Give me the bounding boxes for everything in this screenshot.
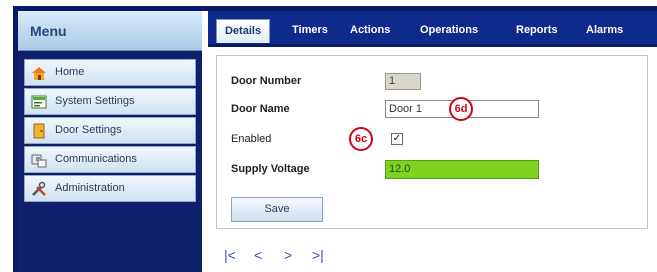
door-icon	[31, 123, 47, 139]
sidebar-item-system-settings[interactable]: System Settings	[24, 88, 196, 115]
tab-actions[interactable]: Actions	[350, 19, 390, 43]
tab-bar: Details Timers Actions Operations Report…	[208, 11, 657, 47]
menu-list: Home System Settings Door Settings Commu…	[24, 59, 196, 204]
sidebar-item-label: Home	[55, 66, 85, 78]
tab-details[interactable]: Details	[216, 19, 271, 43]
door-number-label: Door Number	[231, 75, 302, 87]
tab-timers[interactable]: Timers	[292, 19, 328, 43]
tab-reports[interactable]: Reports	[516, 19, 558, 43]
administration-icon	[31, 181, 47, 197]
home-icon	[31, 65, 47, 81]
previous-page-button[interactable]: <	[254, 247, 262, 265]
callout-6c: 6c	[349, 127, 373, 151]
communications-icon	[31, 152, 47, 168]
sidebar-item-administration[interactable]: Administration	[24, 175, 196, 202]
menu-header: Menu	[18, 11, 202, 51]
details-content: Door Number 1 Door Name Door 1 6d Enable…	[208, 47, 657, 272]
last-page-button[interactable]: >|	[312, 247, 324, 265]
sidebar-item-label: System Settings	[55, 95, 135, 107]
door-name-label: Door Name	[231, 103, 290, 115]
door-number-field: 1	[385, 73, 421, 90]
first-page-button[interactable]: |<	[224, 247, 236, 265]
enabled-label: Enabled	[231, 133, 272, 145]
sidebar-item-label: Door Settings	[55, 124, 122, 136]
save-button[interactable]: Save	[231, 197, 323, 222]
door-details-form: Door Number 1 Door Name Door 1 6d Enable…	[216, 55, 648, 229]
menu-title: Menu	[30, 23, 67, 39]
sidebar-item-communications[interactable]: Communications	[24, 146, 196, 173]
system-settings-icon	[31, 94, 47, 110]
checkmark-icon: ✓	[392, 133, 402, 144]
enabled-checkbox[interactable]: ✓	[391, 133, 403, 145]
tab-alarms[interactable]: Alarms	[586, 19, 623, 43]
callout-6d: 6d	[449, 97, 473, 121]
tab-operations[interactable]: Operations	[420, 19, 478, 43]
window-edge	[0, 0, 12, 272]
sidebar-item-home[interactable]: Home	[24, 59, 196, 86]
sidebar-item-label: Communications	[55, 153, 137, 165]
supply-voltage-label: Supply Voltage	[231, 163, 310, 175]
sidebar-item-label: Administration	[55, 182, 125, 194]
next-page-button[interactable]: >	[284, 247, 292, 265]
app-window: Menu Home System Settings Door Settings	[0, 0, 657, 272]
sidebar-item-door-settings[interactable]: Door Settings	[24, 117, 196, 144]
sidebar: Menu Home System Settings Door Settings	[18, 11, 202, 272]
supply-voltage-field: 12.0	[385, 160, 539, 179]
